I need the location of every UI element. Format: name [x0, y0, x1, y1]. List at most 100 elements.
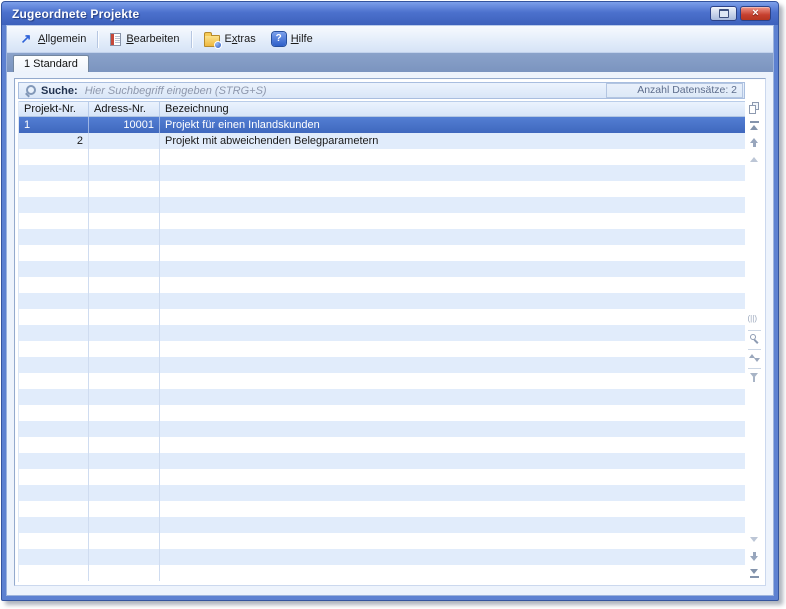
table-cell — [19, 245, 89, 261]
close-button[interactable]: × — [740, 6, 771, 21]
fit-columns-icon[interactable] — [748, 312, 761, 330]
tab-standard[interactable]: 1 Standard — [13, 55, 89, 72]
table-header-row: Projekt-Nr. Adress-Nr. Bezeichnung — [19, 101, 745, 117]
table-cell — [160, 341, 745, 357]
search-placeholder: Hier Suchbegriff eingeben (STRG+S) — [85, 85, 267, 97]
menu-hilfe[interactable]: ? Hilfe — [264, 30, 321, 48]
filter-icon[interactable] — [748, 368, 761, 387]
table-cell — [89, 293, 160, 309]
table-row[interactable]: 110001Projekt für einen Inlandskunden — [19, 117, 745, 133]
table-cell — [160, 469, 745, 485]
table-row[interactable] — [19, 325, 745, 341]
table-cell — [160, 565, 745, 581]
table-cell — [160, 389, 745, 405]
table-row[interactable] — [19, 229, 745, 245]
assigned-projects-window: Zugeordnete Projekte × Allgemein — [1, 1, 779, 601]
table-row[interactable] — [19, 165, 745, 181]
sort-icon[interactable] — [748, 349, 761, 368]
table-cell — [160, 181, 745, 197]
scroll-bottom-icon[interactable] — [748, 567, 761, 580]
table-row[interactable] — [19, 501, 745, 517]
table-row[interactable] — [19, 389, 745, 405]
scroll-top-icon[interactable] — [748, 119, 761, 132]
toolbar-separator — [191, 31, 193, 48]
table-cell — [89, 469, 160, 485]
table-cell — [160, 437, 745, 453]
table-cell: 1 — [19, 117, 89, 133]
table-row[interactable] — [19, 485, 745, 501]
projects-table: Projekt-Nr. Adress-Nr. Bezeichnung 11000… — [18, 101, 745, 582]
table-row[interactable] — [19, 517, 745, 533]
rail-mid — [748, 312, 761, 387]
menu-extras[interactable]: Extras — [196, 30, 264, 49]
table-row[interactable]: 2Projekt mit abweichenden Belegparameter… — [19, 133, 745, 149]
table-cell — [19, 533, 89, 549]
table-cell — [89, 341, 160, 357]
table-row[interactable] — [19, 293, 745, 309]
table-row[interactable] — [19, 213, 745, 229]
window-controls: × — [710, 6, 771, 21]
table-row[interactable] — [19, 181, 745, 197]
table-row[interactable] — [19, 309, 745, 325]
table-cell — [19, 325, 89, 341]
column-header-bezeichnung[interactable]: Bezeichnung — [160, 102, 745, 116]
table-cell — [89, 309, 160, 325]
table-row[interactable] — [19, 421, 745, 437]
table-row[interactable] — [19, 405, 745, 421]
table-cell — [160, 293, 745, 309]
step-up-icon[interactable] — [748, 153, 761, 166]
table-row[interactable] — [19, 533, 745, 549]
column-header-projekt-nr[interactable]: Projekt-Nr. — [19, 102, 89, 116]
table-row[interactable] — [19, 469, 745, 485]
table-row[interactable] — [19, 357, 745, 373]
table-cell — [160, 405, 745, 421]
table-cell — [89, 229, 160, 245]
menu-allgemein[interactable]: Allgemein — [11, 30, 94, 48]
table-cell — [19, 549, 89, 565]
menu-bearbeiten[interactable]: Bearbeiten — [102, 31, 187, 48]
copy-icon[interactable] — [748, 102, 761, 115]
grid-panel: Suche: Hier Suchbegriff eingeben (STRG+S… — [14, 78, 766, 586]
table-cell — [89, 421, 160, 437]
table-cell — [19, 165, 89, 181]
zoom-icon[interactable] — [748, 330, 761, 349]
table-body: 110001Projekt für einen Inlandskunden2Pr… — [19, 117, 745, 582]
table-cell — [89, 437, 160, 453]
table-row[interactable] — [19, 565, 745, 581]
titlebar[interactable]: Zugeordnete Projekte × — [2, 2, 778, 25]
step-down-icon[interactable] — [748, 533, 761, 546]
table-row[interactable] — [19, 437, 745, 453]
table-cell — [89, 533, 160, 549]
table-row[interactable] — [19, 453, 745, 469]
table-row[interactable] — [19, 149, 745, 165]
table-cell — [160, 485, 745, 501]
table-cell — [160, 149, 745, 165]
table-cell — [89, 405, 160, 421]
menu-allgemein-label: Allgemein — [38, 33, 86, 45]
table-row[interactable] — [19, 277, 745, 293]
grid-column: Suche: Hier Suchbegriff eingeben (STRG+S… — [18, 82, 745, 582]
table-row[interactable] — [19, 373, 745, 389]
table-row[interactable] — [19, 197, 745, 213]
table-cell — [160, 373, 745, 389]
record-count-badge: Anzahl Datensätze: 2 — [606, 83, 743, 98]
table-row[interactable] — [19, 245, 745, 261]
table-cell — [89, 485, 160, 501]
toolbar-separator — [97, 31, 99, 48]
table-row[interactable] — [19, 261, 745, 277]
rail-top — [748, 100, 761, 168]
page-up-icon[interactable] — [748, 136, 761, 149]
table-cell: 2 — [19, 133, 89, 149]
search-bar[interactable]: Suche: Hier Suchbegriff eingeben (STRG+S… — [18, 82, 745, 99]
close-icon: × — [752, 7, 758, 20]
tab-strip: 1 Standard — [7, 53, 773, 72]
table-row[interactable] — [19, 341, 745, 357]
page-down-icon[interactable] — [748, 550, 761, 563]
table-row[interactable] — [19, 549, 745, 565]
restore-button[interactable] — [710, 6, 737, 21]
table-cell — [19, 197, 89, 213]
table-cell — [89, 149, 160, 165]
column-header-adress-nr[interactable]: Adress-Nr. — [89, 102, 160, 116]
search-icon — [24, 84, 37, 97]
table-cell — [160, 533, 745, 549]
